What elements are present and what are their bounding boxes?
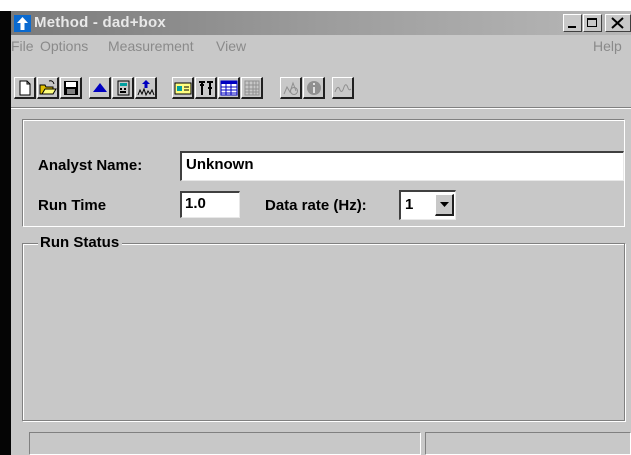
- new-document-icon: [19, 80, 31, 96]
- data-rate-select[interactable]: 1: [399, 190, 456, 220]
- close-button[interactable]: [605, 14, 631, 32]
- run-status-group: [22, 243, 625, 421]
- card-button[interactable]: [172, 77, 194, 99]
- grid-view-icon: [244, 80, 260, 96]
- chevron-down-icon: [440, 202, 449, 207]
- save-button[interactable]: [60, 77, 82, 99]
- menu-file[interactable]: File: [11, 38, 34, 54]
- data-rate-value: 1: [405, 196, 414, 213]
- window-title: Method - dad+box: [34, 14, 166, 31]
- run-time-label: Run Time: [38, 197, 107, 214]
- import-button[interactable]: [135, 77, 157, 99]
- open-folder-icon: [39, 80, 57, 95]
- data-rate-label: Data rate (Hz):: [265, 197, 367, 214]
- minimize-button[interactable]: [563, 14, 582, 32]
- table-view-icon: [220, 80, 238, 96]
- method-form: Analyst Name: Unknown Run Time 1.0 Data …: [22, 119, 625, 421]
- title-bar[interactable]: Method - dad+box: [11, 11, 631, 35]
- outer-frame-edge: [0, 11, 11, 455]
- data-rate-dropdown-button[interactable]: [435, 194, 454, 216]
- calculator-icon: [117, 80, 130, 96]
- status-pane-secondary: [425, 432, 631, 455]
- status-pane-main: [29, 432, 421, 455]
- waveform-button: [332, 77, 354, 99]
- menu-options[interactable]: Options: [40, 38, 88, 54]
- status-bar: [11, 429, 631, 455]
- waveform-icon: [334, 84, 352, 93]
- info-button: [303, 77, 325, 99]
- upload-triangle-icon: [93, 83, 107, 92]
- toolbar-divider: [11, 107, 631, 109]
- toolbar: [11, 57, 631, 105]
- upload-button[interactable]: [89, 77, 111, 99]
- settings-button[interactable]: [195, 77, 217, 99]
- menu-view[interactable]: View: [216, 38, 246, 54]
- menu-measurement[interactable]: Measurement: [108, 38, 194, 54]
- new-button[interactable]: [14, 77, 36, 99]
- save-disk-icon: [64, 81, 78, 95]
- screen-background: [0, 0, 631, 11]
- instrument-settings-icon: [199, 81, 213, 95]
- run-time-field[interactable]: 1.0: [180, 191, 240, 218]
- table-button[interactable]: [218, 77, 240, 99]
- grid-button: [241, 77, 263, 99]
- menu-bar: File Options Measurement View Help: [11, 35, 631, 57]
- maximize-icon: [587, 18, 597, 27]
- open-button[interactable]: [37, 77, 59, 99]
- spectrum-settings-icon: [283, 81, 298, 95]
- minimize-icon: [568, 26, 576, 28]
- close-icon: [611, 17, 624, 29]
- calculator-button[interactable]: [112, 77, 134, 99]
- app-icon[interactable]: [14, 15, 31, 32]
- method-window: Method - dad+box File Options Measuremen…: [11, 11, 631, 455]
- import-spectrum-icon: [137, 80, 155, 97]
- analyst-name-field[interactable]: Unknown: [180, 151, 624, 181]
- maximize-button[interactable]: [583, 14, 602, 32]
- run-status-label: Run Status: [38, 234, 123, 252]
- info-icon: [307, 81, 321, 95]
- card-icon: [174, 82, 192, 95]
- analyst-name-label: Analyst Name:: [38, 157, 143, 174]
- spectrum-settings-button: [280, 77, 302, 99]
- menu-help[interactable]: Help: [593, 38, 622, 54]
